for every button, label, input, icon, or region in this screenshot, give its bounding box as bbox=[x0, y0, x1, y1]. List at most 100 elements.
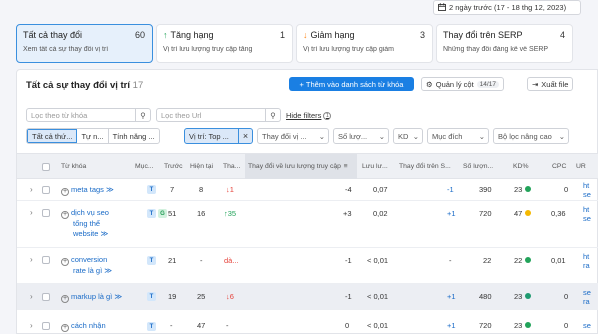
col-serp-change[interactable]: Thay đổi trên S... bbox=[399, 163, 451, 170]
col-change[interactable]: Tha... bbox=[223, 163, 240, 170]
keyword-link[interactable]: + cách nhận bbox=[61, 321, 106, 332]
traffic-value: < 0,01 bbox=[367, 292, 389, 301]
serp-change[interactable]: +1 bbox=[447, 292, 456, 301]
traffic-change: 0 bbox=[345, 321, 350, 330]
add-to-keyword-list-button[interactable]: + Thêm vào danh sách từ khóa bbox=[289, 77, 414, 91]
export-label: Xuất file bbox=[541, 79, 569, 89]
col-previous[interactable]: Trước bbox=[164, 163, 183, 170]
keyword-filter-placeholder: Lọc theo từ khóa bbox=[31, 110, 88, 120]
url-text: ra bbox=[583, 261, 590, 270]
add-circle-icon[interactable]: + bbox=[61, 188, 69, 196]
keyword-link[interactable]: + conversion rate là gì ≫ bbox=[61, 255, 112, 276]
traffic-value: < 0,01 bbox=[367, 256, 389, 265]
chevron-down-icon: ⌄ bbox=[478, 131, 485, 141]
segment-all[interactable]: Tất cả thứ... bbox=[27, 129, 78, 143]
url-text: se bbox=[583, 288, 591, 297]
keyword-link[interactable]: + dịch vụ seo tổng thể website ≫ bbox=[61, 208, 109, 239]
col-traffic-change[interactable]: Thay đổi về lưu lượng truy cập ≡ bbox=[245, 154, 357, 179]
row-checkbox[interactable] bbox=[42, 186, 50, 194]
row-checkbox[interactable] bbox=[42, 322, 50, 330]
card-serp-changes[interactable]: Thay đổi trên SERP Những thay đổi đáng k… bbox=[436, 24, 573, 63]
chevron-right-icon[interactable]: › bbox=[30, 208, 33, 217]
card-improved[interactable]: ↑ Tăng hạng Vị trí lưu lượng truy cập tăn… bbox=[156, 24, 293, 63]
kd-text: 47 bbox=[514, 209, 523, 218]
serp-change[interactable]: +1 bbox=[447, 209, 456, 218]
segment-features[interactable]: Tính năng ... bbox=[109, 129, 159, 143]
col-traffic-change-label: Thay đổi về lưu lượng truy cập bbox=[248, 163, 341, 170]
col-current[interactable]: Hiện tại bbox=[190, 163, 213, 170]
search-volume: 22 bbox=[483, 256, 492, 265]
table-row[interactable]: › + conversion rate là gì ≫ T 21 - dà... -… bbox=[17, 248, 598, 284]
close-icon[interactable]: × bbox=[238, 129, 252, 143]
dropdown-label: Mục đích bbox=[432, 131, 463, 141]
traffic-change: -1 bbox=[345, 256, 352, 265]
segment-organic[interactable]: Tự n... bbox=[77, 129, 109, 143]
arrow-down-icon: ↓ bbox=[303, 30, 308, 40]
select-all-checkbox[interactable] bbox=[42, 163, 50, 171]
search-icon[interactable]: ⚲ bbox=[265, 108, 280, 122]
dropdown-label: Bộ lọc nâng cao bbox=[498, 131, 552, 141]
manage-columns-button[interactable]: ⚙ Quản lý cột 14/17 bbox=[421, 77, 504, 91]
add-circle-icon[interactable]: + bbox=[61, 295, 69, 303]
url-link[interactable]: ht ra bbox=[583, 252, 590, 270]
chevron-right-icon[interactable]: › bbox=[30, 292, 33, 301]
export-icon: ⇥ bbox=[532, 79, 539, 89]
url-text: se bbox=[583, 190, 591, 199]
table-row[interactable]: › + cách nhận T - 47 - 0 < 0,01 +1 720 23… bbox=[17, 310, 598, 334]
position-change-dropdown[interactable]: Thay đổi vị ... ⌄ bbox=[257, 128, 329, 144]
intent-dropdown[interactable]: Mục đích ⌄ bbox=[427, 128, 489, 144]
url-filter-input[interactable]: Lọc theo Url ⚲ bbox=[156, 108, 281, 122]
filter-count-icon: 1 bbox=[323, 111, 332, 120]
keyword-link[interactable]: + meta tags ≫ bbox=[61, 185, 114, 196]
add-circle-icon[interactable]: + bbox=[61, 258, 69, 266]
add-circle-icon[interactable]: + bbox=[61, 324, 69, 332]
url-link[interactable]: ht se bbox=[583, 205, 591, 223]
table-row[interactable]: › + meta tags ≫ T 7 8 ↓1 -4 0,07 -1 390 2… bbox=[17, 179, 598, 201]
url-link[interactable]: ht se bbox=[583, 181, 591, 199]
col-keyword[interactable]: Từ khóa bbox=[61, 163, 86, 170]
card-all-changes[interactable]: Tất cả thay đổi Xem tất cả sự thay đổi v… bbox=[16, 24, 153, 63]
kd-value: 22 bbox=[514, 256, 532, 265]
table-row[interactable]: › + dịch vụ seo tổng thể website ≫ T G 51 1… bbox=[17, 201, 598, 248]
row-checkbox[interactable] bbox=[42, 209, 50, 217]
url-text: se bbox=[583, 214, 591, 223]
volume-dropdown[interactable]: Số lượ... ⌄ bbox=[333, 128, 389, 144]
position-changes-panel: Tất cả sự thay đổi vị trí 17 + Thêm vào … bbox=[16, 69, 598, 334]
col-intent[interactable]: Mục... bbox=[135, 163, 154, 170]
col-cpc[interactable]: CPC bbox=[552, 163, 566, 170]
col-kd[interactable]: KD% bbox=[513, 163, 529, 170]
url-link[interactable]: se ra bbox=[583, 288, 591, 306]
date-range-button[interactable]: 2 ngày trước (17 - 18 thg 12, 2023) bbox=[433, 0, 581, 15]
url-text: ra bbox=[583, 297, 590, 306]
card-title: Thay đổi trên SERP bbox=[443, 30, 523, 40]
serp-change[interactable]: -1 bbox=[447, 185, 454, 194]
chevron-right-icon[interactable]: › bbox=[30, 321, 33, 330]
chevron-down-icon: ⌄ bbox=[558, 131, 565, 141]
url-text: ht bbox=[583, 205, 590, 214]
url-link[interactable]: se bbox=[583, 321, 591, 330]
col-volume[interactable]: Số lượn... bbox=[463, 163, 493, 170]
export-button[interactable]: ⇥ Xuất file bbox=[527, 77, 574, 91]
keyword-text: tổng thể bbox=[73, 219, 101, 228]
col-traffic[interactable]: Lưu lư... bbox=[362, 163, 388, 170]
kd-dropdown[interactable]: KD ⌄ bbox=[393, 128, 423, 144]
prev-position: 51 bbox=[168, 209, 177, 218]
keyword-filter-input[interactable]: Lọc theo từ khóa ⚲ bbox=[26, 108, 151, 122]
intent-badge: T bbox=[147, 292, 156, 301]
card-declined[interactable]: ↓ Giảm hạng Vị trí lưu lượng truy cập giả… bbox=[296, 24, 433, 63]
position-filter-chip[interactable]: Vị trí: Top ... × bbox=[184, 128, 253, 144]
chevron-right-icon[interactable]: › bbox=[30, 185, 33, 194]
add-circle-icon[interactable]: + bbox=[61, 211, 69, 219]
row-checkbox[interactable] bbox=[42, 293, 50, 301]
card-title: Giảm hạng bbox=[310, 30, 355, 40]
search-icon[interactable]: ⚲ bbox=[135, 108, 150, 122]
row-checkbox[interactable] bbox=[42, 256, 50, 264]
serp-change[interactable]: +1 bbox=[447, 321, 456, 330]
url-filter-placeholder: Lọc theo Url bbox=[161, 110, 202, 120]
hide-filters-link[interactable]: Hide filters 1 bbox=[286, 111, 332, 120]
col-url[interactable]: UR bbox=[576, 163, 586, 170]
chevron-right-icon[interactable]: › bbox=[30, 255, 33, 264]
keyword-link[interactable]: + markup là gì ≫ bbox=[61, 292, 122, 303]
table-row[interactable]: › + markup là gì ≫ T 19 25 ↓6 -1 < 0,01 +… bbox=[17, 284, 598, 310]
advanced-filters-dropdown[interactable]: Bộ lọc nâng cao ⌄ bbox=[493, 128, 569, 144]
